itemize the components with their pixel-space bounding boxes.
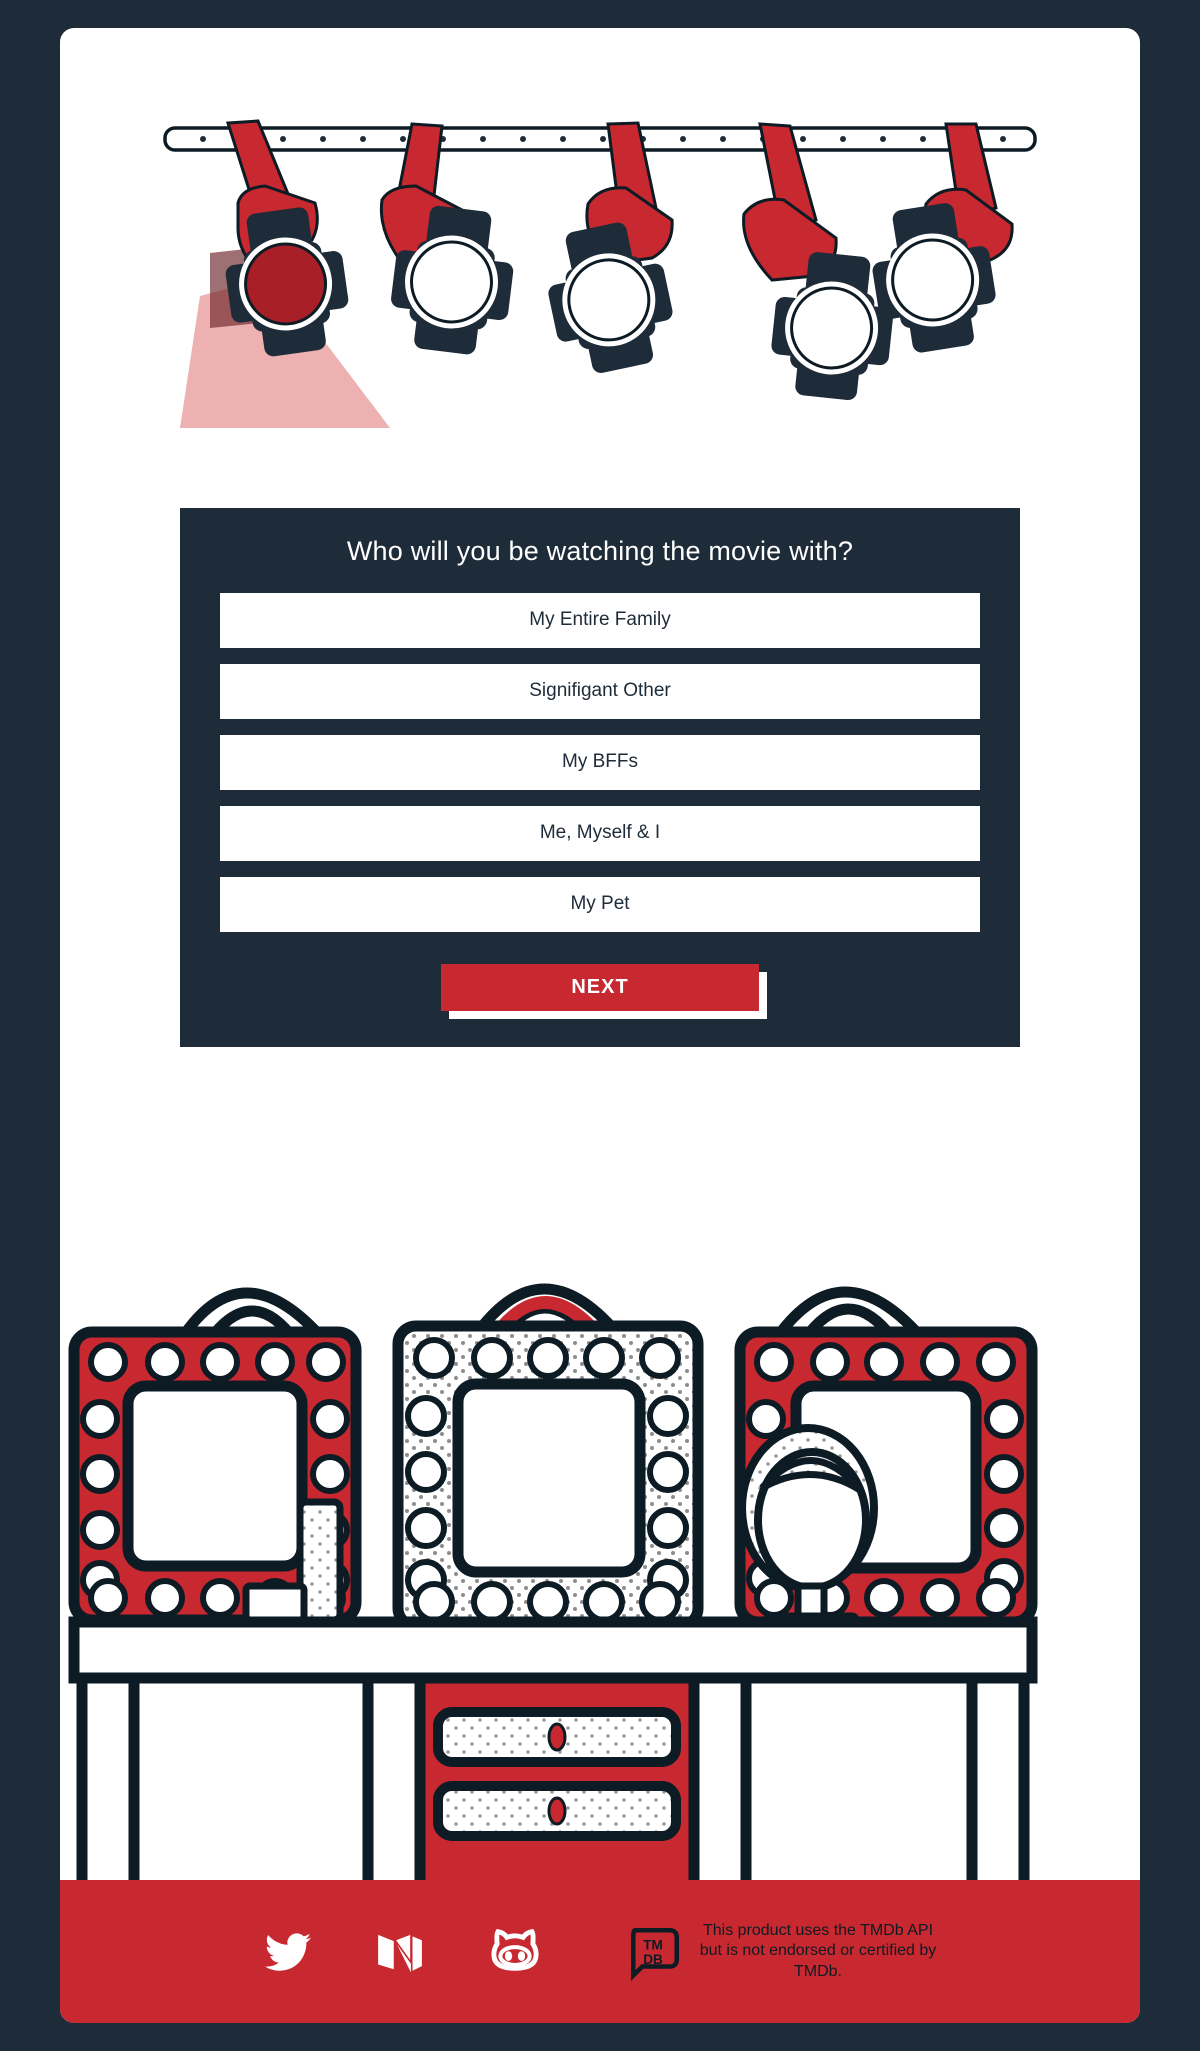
medium-icon[interactable] <box>372 1927 428 1977</box>
desk-drawer-2 <box>433 1781 681 1841</box>
quiz-option-3[interactable]: Me, Myself & I <box>220 806 980 861</box>
tmdb-logo-line1: TM <box>643 1937 663 1952</box>
stage-light-3 <box>548 121 674 373</box>
stage-lights-illustration <box>60 28 1140 428</box>
tmdb-notice-text: This product uses the TMDb API but is no… <box>699 1921 937 1980</box>
next-button-wrapper: NEXT <box>220 964 980 1019</box>
page-root: Who will you be watching the movie with?… <box>0 0 1200 2051</box>
stage-light-4 <box>742 122 894 401</box>
tmdb-attribution: TM DB This product uses the TMDb API but… <box>626 1921 938 1982</box>
github-icon[interactable] <box>486 1926 544 1978</box>
app-card: Who will you be watching the movie with?… <box>60 28 1140 2023</box>
quiz-option-0[interactable]: My Entire Family <box>220 593 980 648</box>
quiz-question-title: Who will you be watching the movie with? <box>346 536 854 566</box>
tmdb-logo-icon: TM DB <box>630 1927 680 1981</box>
vanity-mirror-3 <box>734 1286 1038 1640</box>
vanity-mirror-1 <box>68 1287 362 1626</box>
vanity-mirror-2 <box>392 1283 704 1632</box>
tmdb-logo-line2: DB <box>643 1951 663 1966</box>
site-footer: TM DB This product uses the TMDb API but… <box>60 1880 1140 2023</box>
twitter-icon[interactable] <box>262 1929 314 1975</box>
quiz-panel: Who will you be watching the movie with?… <box>180 508 1020 1047</box>
stage-light-2 <box>379 122 514 355</box>
quiz-option-1[interactable]: Signifigant Other <box>220 664 980 719</box>
desk-drawer-1 <box>433 1707 681 1767</box>
truss-bar <box>163 126 1037 152</box>
quiz-option-2[interactable]: My BFFs <box>220 735 980 790</box>
quiz-option-4[interactable]: My Pet <box>220 877 980 932</box>
vanity-desk <box>68 1616 1038 1880</box>
vanity-illustration <box>60 1133 1140 1880</box>
next-button[interactable]: NEXT <box>441 964 759 1011</box>
